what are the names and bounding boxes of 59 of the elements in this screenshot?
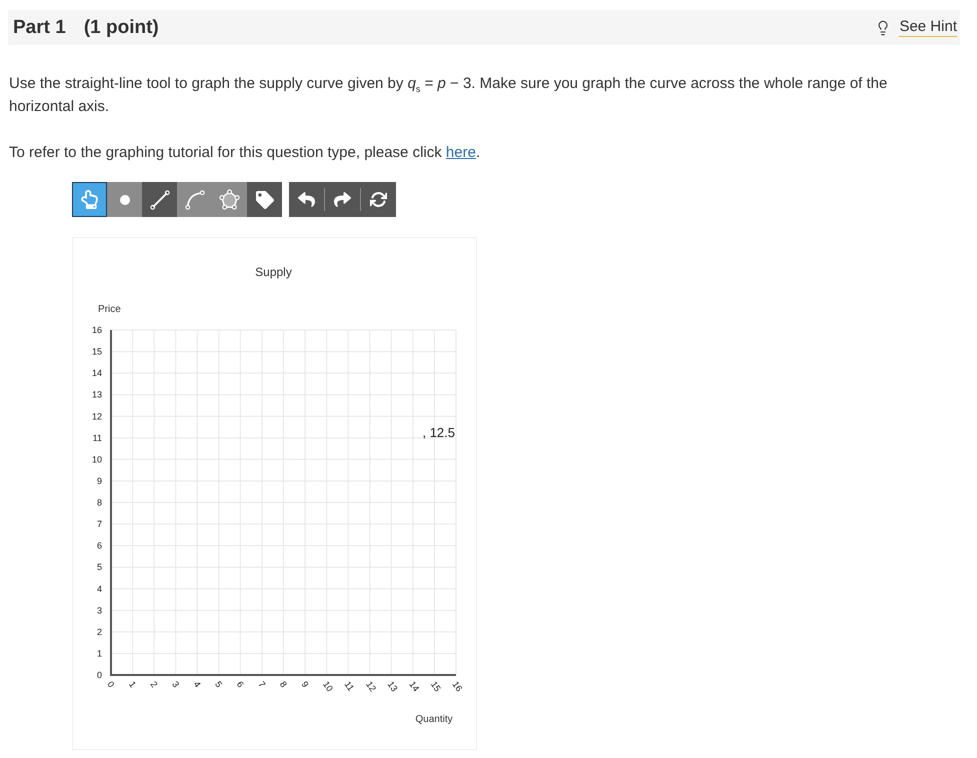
tick-label: 5 [213, 679, 224, 690]
circular-arrows-icon [370, 191, 387, 208]
tick-label: 10 [320, 679, 335, 694]
curve-icon [184, 190, 204, 210]
tick-label: 5 [96, 562, 102, 572]
pentagon-icon [219, 189, 240, 210]
axis-title: Quantity [415, 714, 453, 725]
tick-label: 12 [92, 411, 102, 422]
tick-label: 4 [96, 584, 102, 594]
tick-label: 3 [170, 679, 182, 690]
line-icon [150, 190, 170, 210]
reset-button[interactable] [361, 182, 396, 217]
line-tool-button[interactable] [142, 182, 177, 217]
tick-label: 16 [92, 325, 102, 335]
tick-label: 1 [126, 679, 138, 690]
tick-label: 12 [364, 679, 378, 694]
tick-label: 11 [342, 679, 356, 693]
tick-label: 0 [96, 670, 102, 680]
label-tool-button[interactable] [247, 182, 282, 217]
tick-label: 13 [92, 390, 102, 400]
tick-label: 4 [192, 679, 203, 690]
tag-icon [256, 190, 274, 208]
tick-label: 11 [92, 432, 102, 443]
see-hint-link[interactable]: See Hint [899, 18, 957, 37]
tick-label: 10 [92, 454, 102, 464]
tutorial-link[interactable]: here [446, 144, 476, 161]
tick-label: 13 [386, 679, 400, 694]
axis-title: Price [98, 304, 121, 315]
tick-label: 9 [96, 476, 102, 486]
tick-label: 3 [96, 605, 102, 616]
tick-label: 8 [96, 498, 102, 508]
tick-label: 1 [96, 648, 102, 658]
chart-title: Supply [255, 265, 292, 279]
redo-button[interactable] [325, 182, 360, 217]
tick-label: 9 [299, 679, 310, 690]
tick-label: 6 [96, 540, 102, 551]
tick-label: 2 [96, 626, 102, 637]
tick-label: 6 [234, 679, 246, 690]
tick-label: 0 [105, 679, 116, 690]
undo-button[interactable] [289, 182, 324, 217]
tick-label: 7 [96, 519, 102, 530]
left-curved-arrow-icon [298, 191, 315, 208]
point-label: , 12.5 [422, 425, 455, 440]
tick-label: 15 [428, 679, 443, 694]
tick-label: 16 [450, 679, 464, 694]
dot-icon [120, 194, 130, 204]
points-label: (1 point) [84, 16, 159, 38]
hand-pointer-icon [80, 190, 99, 209]
question-text: Use the straight-line tool to graph the supply curve given by q$_{s}$ = p − 3. Make sure you graph the curve across the whole range of the horizontal axis. [9, 74, 888, 117]
right-curved-arrow-icon [334, 191, 351, 208]
part-title: Part 1 [13, 16, 66, 38]
tick-label: 14 [407, 679, 422, 694]
select-tool-button[interactable] [72, 182, 107, 217]
tick-label: 8 [278, 679, 289, 690]
tick-label: 7 [256, 679, 268, 690]
tick-label: 2 [148, 679, 160, 690]
tick-label: 14 [92, 368, 102, 378]
tick-label: 15 [92, 346, 102, 357]
tutorial-text: To refer to the graphing tutorial for this question type, please click here. [9, 143, 482, 163]
